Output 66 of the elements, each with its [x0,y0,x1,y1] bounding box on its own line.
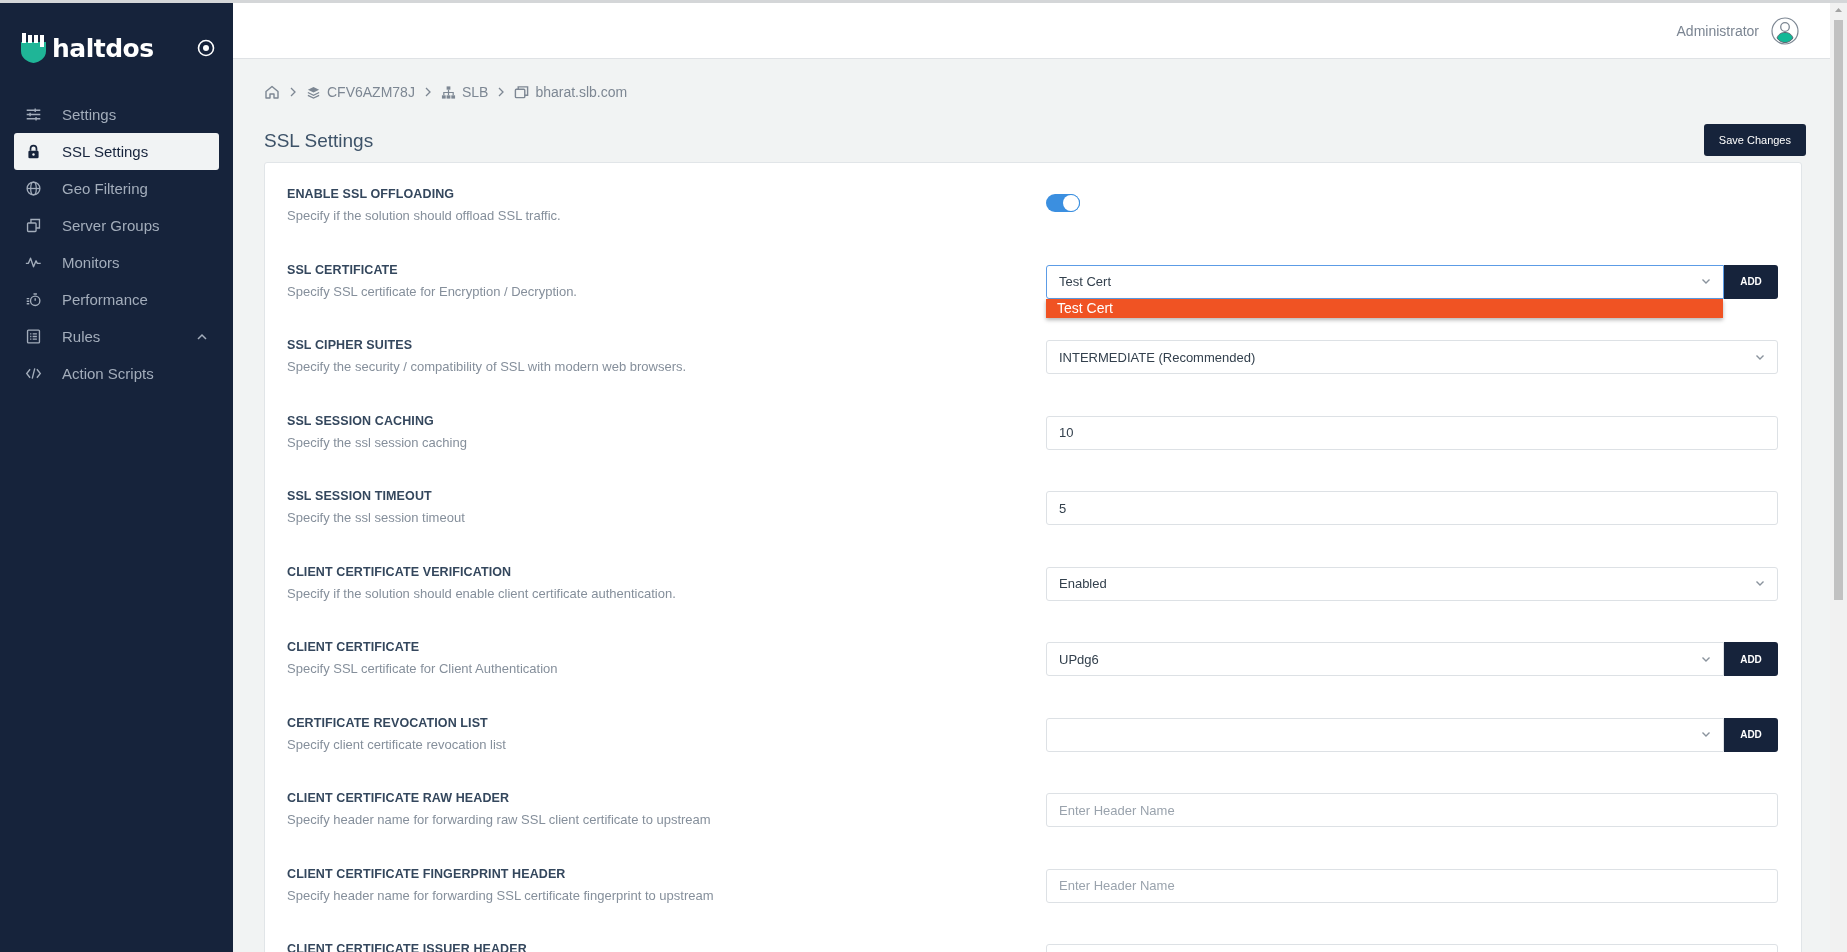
setting-description: Specify client certificate revocation list [287,736,507,752]
setting-description: Specify if the solution should offload SSL traffic. [287,208,562,223]
setting-label: CERTIFICATE REVOCATION LIST [287,715,489,730]
sidebar-item[interactable]: Performance [14,281,219,318]
setting-description: Specify the security / compatibility of SSL with modern web browsers. [287,359,688,374]
select-field[interactable]: UPdg6 [1046,642,1724,676]
target-icon[interactable] [197,39,215,57]
sidebar-item[interactable]: Geo Filtering [14,170,219,207]
chevron-down-icon [1701,655,1711,663]
user-name: Administrator [1676,22,1759,39]
add-button[interactable]: ADD [1724,642,1778,676]
sidebar-item[interactable]: Server Groups [14,207,219,244]
list-icon [25,328,42,345]
lock-icon [25,143,42,160]
text-field[interactable]: Enter Header Name [1046,793,1778,827]
logo-text: haltdos [52,33,154,63]
home-icon[interactable] [264,84,280,100]
windows-icon [514,84,530,100]
setting-label: SSL CERTIFICATE [287,262,399,277]
setting-label: SSL SESSION TIMEOUT [287,489,433,503]
logo-icon [20,33,47,63]
setting-label: CLIENT CERTIFICATE VERIFICATION [287,564,513,579]
toggle-switch[interactable] [1046,194,1080,212]
sitemap-icon [440,84,456,100]
setting-description: Specify the ssl session timeout [287,510,466,525]
layers-icon [306,84,321,100]
code-icon [25,365,42,382]
select-field[interactable] [1046,717,1724,752]
setting-label: CLIENT CERTIFICATE RAW HEADER [287,791,511,805]
add-button[interactable]: ADD [1724,264,1778,299]
sidebar-item[interactable]: Settings [14,96,219,133]
setting-description: Specify header name for forwarding SSL certificate fingerprint to upstream [287,887,715,903]
sidebar-item[interactable]: SSL Settings [14,133,219,170]
setting-description: Specify if the solution should enable client certificate authentication. [287,585,677,601]
chevron-down-icon [1701,278,1711,285]
select-field[interactable]: Test Cert [1046,264,1724,299]
setting-label: SSL SESSION CACHING [287,413,435,428]
chevron-down-icon [1755,353,1765,361]
select-field[interactable]: INTERMEDIATE (Recommended) [1046,340,1778,374]
page-title: SSL Settings [264,130,374,152]
avatar-icon[interactable] [1771,16,1799,45]
dropdown-option[interactable]: Test Cert [1046,298,1723,318]
setting-label: ENABLE SSL OFFLOADING [287,187,456,201]
text-field[interactable]: Enter Header Name [1046,868,1778,903]
save-changes-button[interactable]: Save Changes [1703,124,1806,156]
sidebar-item[interactable]: Action Scripts [14,355,219,392]
setting-label: SSL CIPHER SUITES [287,338,414,352]
setting-label: CLIENT CERTIFICATE [287,640,421,654]
setting-description: Specify the ssl session caching [287,434,468,450]
globe-icon [25,180,42,197]
sidebar-item[interactable]: Rules [14,318,219,355]
setting-description: Specify header name for forwarding raw SSL client certificate to upstream [287,812,712,827]
sidebar-item[interactable]: Monitors [14,244,219,281]
copy-icon [25,217,42,234]
text-field[interactable]: 5 [1046,491,1778,525]
text-field[interactable]: 10 [1046,415,1778,450]
setting-description: Specify SSL certificate for Encryption / Decryption. [287,283,578,299]
setting-description: Specify SSL certificate for Client Authentication [287,661,559,676]
add-button[interactable]: ADD [1724,717,1778,752]
chevron-down-icon [1755,580,1765,587]
stopwatch-icon [25,291,42,308]
sliders-icon [25,106,42,123]
select-field[interactable]: Enabled [1046,566,1778,601]
setting-label: CLIENT CERTIFICATE FINGERPRINT HEADER [287,866,567,881]
chevron-up-icon[interactable] [197,332,207,341]
chevron-down-icon [1701,731,1711,738]
